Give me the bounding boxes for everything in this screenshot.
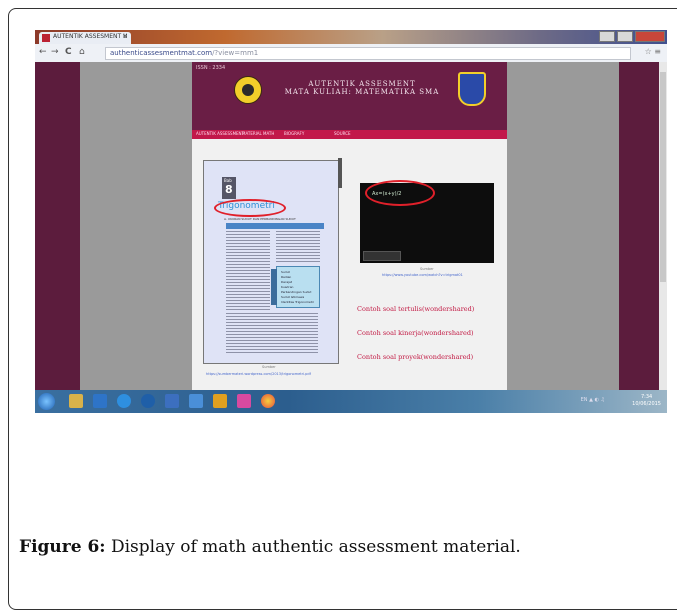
minimize-button[interactable] <box>599 31 615 42</box>
app-icon[interactable] <box>93 394 107 408</box>
concept-item: Kuadran <box>281 285 294 289</box>
chapter-badge-number: 8 <box>225 183 233 196</box>
back-button[interactable]: ← <box>39 47 47 57</box>
windows-taskbar: EN ▲ ◐ ♫ 7:34 10/06/2015 <box>35 390 667 413</box>
body-text-bottom <box>226 313 318 353</box>
project-test-link[interactable]: Contoh soal proyek(wondershared) <box>357 353 473 361</box>
internet-explorer-icon[interactable] <box>117 394 131 408</box>
university-logo-icon <box>234 76 262 104</box>
vertical-scrollbar[interactable] <box>659 62 667 390</box>
favicon-icon <box>42 34 50 42</box>
body-text-column-1 <box>226 231 270 311</box>
concept-item: Radian <box>281 275 292 279</box>
menu-item-source[interactable]: SOURCE <box>334 131 351 136</box>
concept-item: Sudut Istimewa <box>281 295 305 299</box>
site-header: ISSN : 2334 AUTENTIK ASSESMENT MATA KULI… <box>192 62 507 130</box>
tab-title: AUTENTIK ASSESMENT U <box>53 33 128 40</box>
concept-item: Derajat <box>281 280 293 284</box>
video-controls[interactable] <box>363 251 401 261</box>
written-test-link[interactable]: Contoh soal tertulis(wondershared) <box>357 305 474 313</box>
main-content: Bab 8 Trigonometri A. UKURAN SUDUT DAN P… <box>192 139 507 390</box>
concept-item: Identitas Trigonometri <box>281 300 315 304</box>
site-title-line1: AUTENTIK ASSESMENT <box>308 80 416 88</box>
ebook-page[interactable]: Bab 8 Trigonometri A. UKURAN SUDUT DAN P… <box>203 160 339 364</box>
reload-button[interactable]: C <box>65 47 72 57</box>
url-input[interactable]: authenticassesmentmat.com/?view=mm1 <box>105 47 631 60</box>
video-player[interactable]: Ax=(x+y)/2 <box>360 180 494 263</box>
clock-date: 10/06/2015 <box>632 401 661 407</box>
url-domain: authenticassesmentmat.com <box>110 49 213 57</box>
concept-item: Sudut <box>281 270 290 274</box>
tab-close-icon[interactable]: × <box>122 32 128 40</box>
concept-box: Sudut Radian Derajat Kuadran Perbandinga… <box>271 266 320 308</box>
site-tag: ISSN : 2334 <box>196 65 226 71</box>
menu-item-material[interactable]: MATERIAL MATH <box>242 131 274 136</box>
caption-label: Figure 6: <box>19 537 106 557</box>
home-button[interactable]: ⌂ <box>79 47 85 57</box>
video-source-label: Sumber <box>420 267 434 271</box>
scrollbar-thumb[interactable] <box>660 72 666 282</box>
forward-button[interactable]: → <box>51 47 59 57</box>
book-source-link[interactable]: https://sumbermateri.wordpress.com/2013/… <box>206 372 311 376</box>
video-source-link[interactable]: https://www.youtube.com/watch?v=trigmat0… <box>382 273 463 277</box>
site-title-line2: MATA KULIAH: MATEMATIKA SMA <box>284 88 440 96</box>
gray-margin-right <box>507 62 619 390</box>
system-tray[interactable]: EN ▲ ◐ ♫ <box>581 397 605 403</box>
app-icon[interactable] <box>237 394 251 408</box>
video-overlay-text: Ax=(x+y)/2 <box>372 191 402 197</box>
gray-margin-left <box>80 62 192 390</box>
table-header-bar <box>226 223 324 229</box>
maximize-button[interactable] <box>617 31 633 42</box>
app-icon[interactable] <box>165 394 179 408</box>
menu-item-assessment[interactable]: AUTENTIK ASSESSMENT <box>196 131 244 136</box>
close-window-button[interactable] <box>635 31 665 42</box>
site-title: AUTENTIK ASSESMENT MATA KULIAH: MATEMATI… <box>272 80 452 96</box>
figure-caption: Figure 6: Display of math authentic asse… <box>19 537 521 557</box>
page-background-right <box>619 62 659 390</box>
red-annotation-circle <box>214 199 286 217</box>
start-button[interactable] <box>38 393 55 410</box>
menu-item-biografy[interactable]: BIOGRAFY <box>284 131 304 136</box>
shield-logo-icon <box>458 72 486 106</box>
website: ISSN : 2334 AUTENTIK ASSESMENT MATA KULI… <box>192 62 507 390</box>
section-subheading: A. UKURAN SUDUT DAN PERBANDINGAN SUDUT <box>224 217 296 221</box>
site-menu: AUTENTIK ASSESSMENT MATERIAL MATH BIOGRA… <box>192 130 507 139</box>
folder-icon[interactable] <box>213 394 227 408</box>
ebook-scrollbar[interactable] <box>338 158 342 188</box>
body-text-column-2 <box>276 231 320 263</box>
taskbar-clock[interactable]: 7:34 10/06/2015 <box>632 394 661 408</box>
clock-time: 7:34 <box>640 394 653 400</box>
address-bar-row: ← → C ⌂ authenticassesmentmat.com/?view=… <box>35 44 667 63</box>
book-source-label: Sumber <box>262 365 276 369</box>
caption-text: Display of math authentic assessment mat… <box>105 537 521 557</box>
bluetooth-icon[interactable] <box>141 394 155 408</box>
url-path: /?view=mm1 <box>212 49 259 57</box>
concept-item: Perbandingan Sudut <box>281 290 312 294</box>
bookmark-star-icon[interactable]: ☆ ≡ <box>645 47 661 56</box>
chapter-badge: Bab 8 <box>222 177 236 199</box>
chrome-icon[interactable] <box>261 394 275 408</box>
word-icon[interactable] <box>189 394 203 408</box>
browser-tab[interactable]: AUTENTIK ASSESMENT U × <box>39 32 131 44</box>
browser-tab-bar: AUTENTIK ASSESMENT U × <box>35 30 667 44</box>
file-explorer-icon[interactable] <box>69 394 83 408</box>
page-background-left <box>35 62 80 390</box>
screenshot: AUTENTIK ASSESMENT U × ← → C ⌂ authentic… <box>35 30 667 413</box>
concept-box-side-bar <box>271 269 277 305</box>
performance-test-link[interactable]: Contoh soal kinerja(wondershared) <box>357 329 474 337</box>
